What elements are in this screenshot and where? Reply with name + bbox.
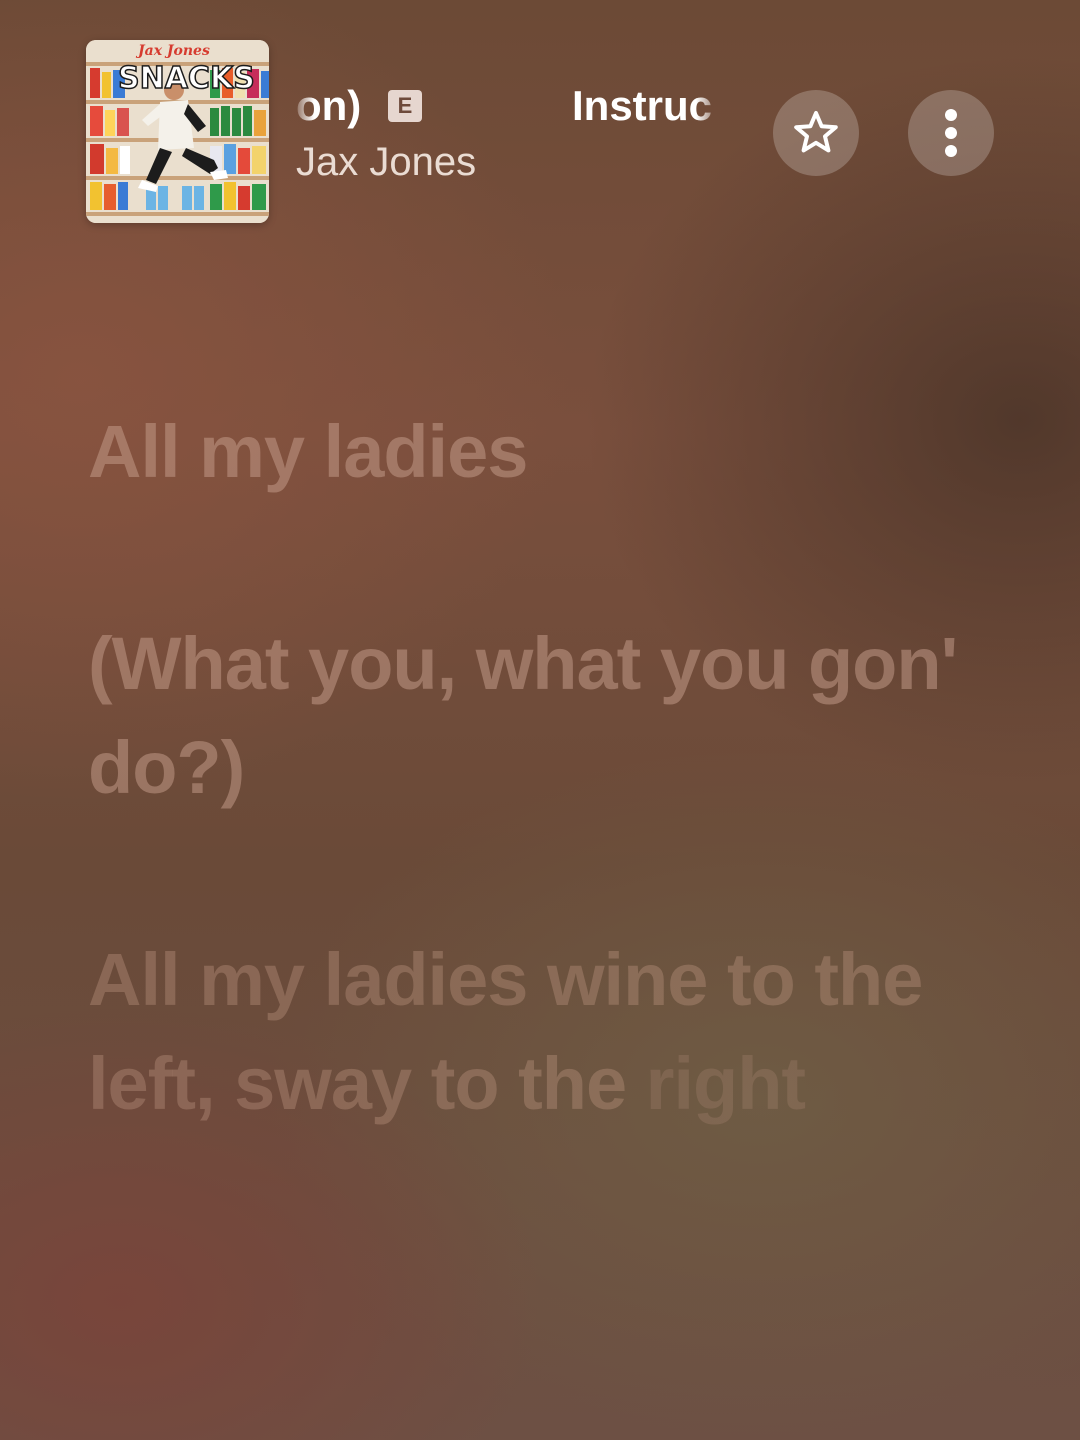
lyric-line-tail: right: [645, 1042, 806, 1125]
song-title-marquee: on) E Instruc: [296, 80, 722, 136]
explicit-badge: E: [388, 90, 422, 122]
lyrics-view[interactable]: All my ladies (What you, what you gon' d…: [88, 400, 988, 1244]
song-title-fragment-next: Instruc: [572, 82, 713, 129]
svg-text:SNACKS: SNACKS: [118, 61, 255, 96]
star-outline-icon: [794, 111, 838, 153]
more-options-button[interactable]: [908, 90, 994, 176]
lyric-line[interactable]: All my ladies: [88, 400, 988, 504]
song-info[interactable]: on) E Instruc Jax Jones: [296, 80, 722, 200]
svg-text:Jax Jones: Jax Jones: [135, 43, 210, 59]
artist-name[interactable]: Jax Jones: [296, 138, 476, 186]
lyric-line[interactable]: All my ladies wine to the left, sway to …: [88, 928, 988, 1136]
song-title-fragment: on): [296, 82, 362, 129]
lyric-line[interactable]: (What you, what you gon' do?): [88, 612, 988, 820]
album-artwork-image: Jax Jones SNACKS: [86, 40, 269, 223]
vertical-ellipsis-icon: [945, 109, 957, 157]
album-artwork[interactable]: Jax Jones SNACKS: [86, 40, 269, 223]
now-playing-header: Jax Jones SNACKS on) E Instruc Jax Jones: [0, 0, 1080, 240]
favorite-button[interactable]: [773, 90, 859, 176]
